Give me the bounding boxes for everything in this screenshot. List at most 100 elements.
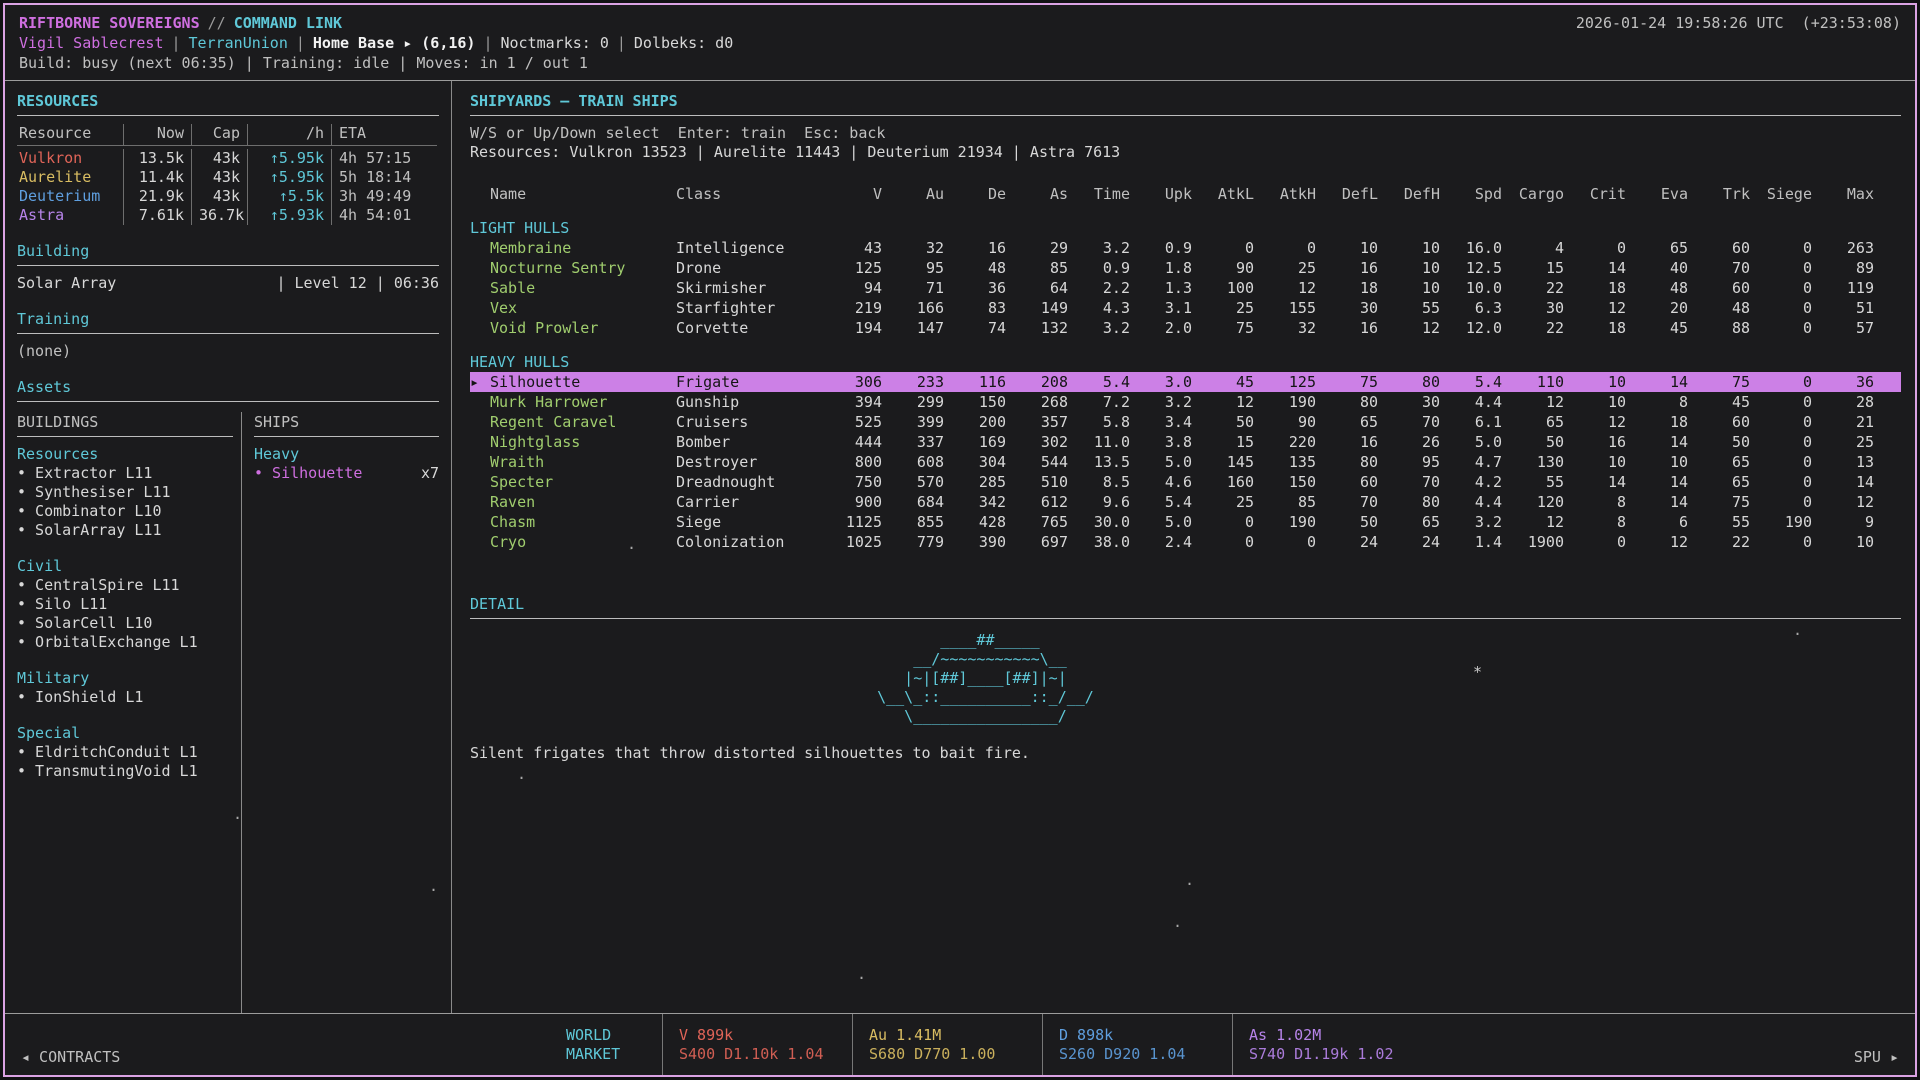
ship-row[interactable]: Regent CaravelCruisers5253992003575.83.4… (470, 412, 1901, 432)
ship-stat: 5.4 (1136, 492, 1198, 512)
ship-class: Dreadnought (676, 472, 826, 492)
building-list-item: • Silo L11 (17, 595, 233, 614)
market-quote: D 898kS260 D920 1.04 (1042, 1014, 1232, 1075)
ship-stat: 38.0 (1074, 532, 1136, 552)
ship-stat: 25 (1818, 432, 1880, 452)
ship-row[interactable]: NightglassBomber44433716930211.03.815220… (470, 432, 1901, 452)
market-quote: Au 1.41MS680 D770 1.00 (852, 1014, 1042, 1075)
ship-stat: 0 (1570, 532, 1632, 552)
ship-stat: 4.4 (1446, 492, 1508, 512)
ship-stat: 12 (1384, 318, 1446, 338)
ship-stat: 90 (1260, 412, 1322, 432)
ship-col-header: Spd (1446, 184, 1508, 204)
ship-row[interactable]: Murk HarrowerGunship3942991502687.23.212… (470, 392, 1901, 412)
ship-stat: 2.2 (1074, 278, 1136, 298)
row-selector (470, 298, 490, 318)
rule (17, 115, 439, 116)
ship-stat: 342 (950, 492, 1012, 512)
ship-stat: 166 (888, 298, 950, 318)
ship-col-header: As (1012, 184, 1074, 204)
ship-col-header: Eva (1632, 184, 1694, 204)
ship-row[interactable]: Void ProwlerCorvette194147741323.22.0753… (470, 318, 1901, 338)
ship-stat: 30 (1384, 392, 1446, 412)
header-marker-cell (470, 184, 490, 204)
world-market-label: WORLD MARKET (566, 1014, 662, 1075)
resources-section-title: RESOURCES (17, 91, 439, 111)
ship-stat: 200 (950, 412, 1012, 432)
ship-stat: 5.0 (1136, 452, 1198, 472)
ship-stat: 0 (1756, 278, 1818, 298)
ship-stat: 110 (1508, 372, 1570, 392)
ship-row[interactable]: CryoColonization102577939069738.02.40024… (470, 532, 1901, 552)
resource-cap: 43k (191, 187, 247, 206)
ship-row[interactable]: SpecterDreadnought7505702855108.54.61601… (470, 472, 1901, 492)
resource-rate: ↑5.5k (247, 187, 331, 206)
ship-stat: 3.8 (1136, 432, 1198, 452)
resource-rate: ↑5.95k (247, 149, 331, 168)
ship-stat: 45 (1694, 392, 1756, 412)
ship-class: Frigate (676, 372, 826, 392)
row-selector (470, 512, 490, 532)
status-line-row: Build: busy (next 06:35) | Training: idl… (19, 53, 1901, 73)
buildings-column: BUILDINGS Resources• Extractor L11• Synt… (17, 412, 241, 1013)
ship-row[interactable]: SableSkirmisher947136642.21.310012181010… (470, 278, 1901, 298)
ship-col-header: AtkL (1198, 184, 1260, 204)
training-status: (none) (17, 342, 439, 361)
ship-col-header: Siege (1756, 184, 1818, 204)
ship-stat: 190 (1260, 512, 1322, 532)
ship-stat: 0 (1198, 532, 1260, 552)
ship-stat: 444 (826, 432, 888, 452)
buildings-column-title: BUILDINGS (17, 412, 233, 432)
resources-col-header: ETA (331, 124, 437, 146)
ship-stat: 3.2 (1074, 318, 1136, 338)
ship-train-table: NameClassVAuDeAsTimeUpkAtkLAtkHDefLDefHS… (470, 184, 1901, 552)
ship-stat: 65 (1694, 452, 1756, 472)
market-detail: S260 D920 1.04 (1059, 1045, 1232, 1064)
ship-row[interactable]: MembraineIntelligence433216293.20.900101… (470, 238, 1901, 258)
ship-stat: 4.6 (1136, 472, 1198, 492)
ship-row[interactable]: WraithDestroyer80060830454413.55.0145135… (470, 452, 1901, 472)
building-group-label: Military (17, 669, 233, 688)
detail-section-title: DETAIL (470, 594, 1901, 614)
ship-col-header: De (950, 184, 1012, 204)
rule (254, 436, 439, 437)
ship-stat: 0 (1756, 432, 1818, 452)
ship-stat: 10 (1632, 452, 1694, 472)
ship-stat: 80 (1384, 372, 1446, 392)
ship-stat: 0 (1756, 412, 1818, 432)
row-selector (470, 238, 490, 258)
world-market-label-line2: MARKET (566, 1045, 662, 1064)
ship-stat: 357 (1012, 412, 1074, 432)
ship-row[interactable]: RavenCarrier9006843426129.65.4258570804.… (470, 492, 1901, 512)
ship-stat: 16 (1322, 258, 1384, 278)
ship-row[interactable]: VexStarfighter219166831494.33.1251553055… (470, 298, 1901, 318)
contracts-nav[interactable]: ◂ CONTRACTS (21, 1048, 566, 1075)
ship-stat: 16 (1570, 432, 1632, 452)
resource-name: Vulkron (17, 149, 123, 168)
ship-row[interactable]: ▸SilhouetteFrigate3062331162085.43.04512… (470, 372, 1901, 392)
ship-stat: 510 (1012, 472, 1074, 492)
footer-bar: ◂ CONTRACTS WORLD MARKET V 899kS400 D1.1… (5, 1013, 1915, 1075)
ship-stat: 5.4 (1074, 372, 1136, 392)
ship-stat: 220 (1260, 432, 1322, 452)
ship-stat: 3.0 (1136, 372, 1198, 392)
rule (470, 115, 1901, 116)
building-group-label: Civil (17, 557, 233, 576)
ship-stat: 45 (1632, 318, 1694, 338)
main-panel: SHIPYARDS – TRAIN SHIPS W/S or Up/Down s… (452, 81, 1915, 1013)
ship-row[interactable]: ChasmSiege112585542876530.05.0019050653.… (470, 512, 1901, 532)
market-quote: As 1.02MS740 D1.19k 1.02 (1232, 1014, 1422, 1075)
ship-stat: 150 (950, 392, 1012, 412)
ship-stat: 190 (1260, 392, 1322, 412)
resource-eta: 4h 57:15 (331, 149, 437, 168)
spu-nav[interactable]: SPU ▸ (1854, 1048, 1899, 1075)
identity-line: Vigil Sablecrest | TerranUnion | Home Ba… (19, 33, 1901, 53)
building-list-item: • SolarCell L10 (17, 614, 233, 633)
ship-class: Corvette (676, 318, 826, 338)
ship-stat: 12 (1570, 412, 1632, 432)
ship-row[interactable]: Nocturne SentryDrone1259548850.91.890251… (470, 258, 1901, 278)
ship-stat: 4.3 (1074, 298, 1136, 318)
ship-stat: 697 (1012, 532, 1074, 552)
faction-name: TerranUnion (189, 33, 288, 53)
ship-ascii-art: ____##_____ __/~~~~~~~~~~~\__ |~|[##]___… (850, 631, 1901, 726)
